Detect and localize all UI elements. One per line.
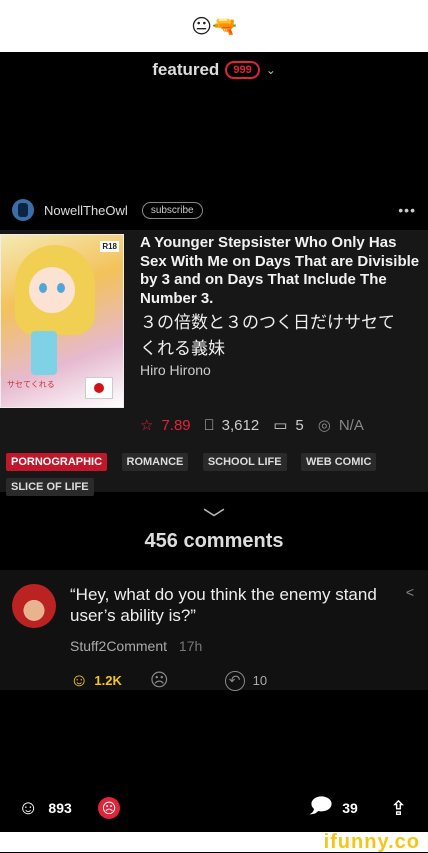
manga-stats: ☆ 7.89 ⎕ 3,612 ▭ 5 ◎ N/A [140,416,364,435]
top-bar: 😐🔫 [0,0,428,52]
unsmile-button[interactable]: ☹ [98,797,120,819]
tag: WEB COMIC [301,453,377,471]
comment-count: 5 [295,416,304,434]
smile-button[interactable]: ☺ 893 [18,797,72,820]
manga-title: A Younger Stepsister Who Only Has Sex Wi… [140,234,420,307]
commenter-name[interactable]: Stuff2Comment [70,638,167,654]
comments-count[interactable]: 456 comments [0,530,428,553]
share-upload-icon: ⇪ [390,797,407,820]
manga-author: Hiro Hirono [140,362,211,378]
japan-flag-icon [85,377,113,399]
bookmark-icon: ⎕ [204,416,214,434]
manga-cover: R18 サセてくれる [0,234,124,408]
feed-selector[interactable]: featured 999 ⌄ [0,60,428,80]
tag: SCHOOL LIFE [202,453,287,471]
share-icon[interactable]: < [406,584,414,600]
comment-actions: ☺ 1.2K ☹ ↶ 10 [70,670,267,691]
eye-icon: ◎ [317,417,331,434]
subscribe-button[interactable]: subscribe [141,201,203,219]
comment-time: 17h [178,638,203,654]
top-comment: “Hey, what do you think the enemy stand … [0,570,428,691]
chevron-down-icon: ⌄ [265,63,276,77]
comment-icon: ▭ [273,417,288,434]
smile-count: 1.2K [94,673,122,688]
japanese-title-line-2: くれる義妹 [140,339,225,358]
post-image[interactable]: R18 サセてくれる A Younger Stepsister Who Only… [0,230,428,496]
star-icon: ☆ [140,417,154,434]
comment-meta: Stuff2Comment 17h [70,638,202,654]
title-emojis: 😐🔫 [191,14,237,38]
share-button[interactable]: ⇪ [390,796,417,821]
tag: ROMANCE [121,453,189,471]
cover-caption: サセてくれる [7,380,55,389]
reply-count: 10 [252,673,268,688]
smile-count: 893 [48,800,72,816]
user-avatar[interactable] [12,199,34,221]
comments-count-bottom: 39 [342,800,358,816]
smile-icon[interactable]: ☺ [70,670,88,691]
view-count: N/A [338,416,364,434]
manga-info: A Younger Stepsister Who Only Has Sex Wi… [140,234,426,378]
reply-icon[interactable]: ↶ [224,670,245,691]
unsmile-icon[interactable]: ☹ [150,670,169,691]
japanese-title-line-1: ３の倍数と３のつく日だけサセて [140,313,395,332]
commenter-avatar[interactable] [12,584,56,628]
comment-bubble-icon: 🗩 [310,795,333,817]
smile-icon: ☺ [18,796,39,819]
rating-value: 7.89 [161,416,191,434]
brand-logo: ifunny.co [323,831,420,853]
tag-list: PORNOGRAPHIC ROMANCE SCHOOL LIFE WEB COM… [6,452,426,502]
post-header: NowellTheOwl subscribe ••• [12,198,416,222]
feed-title: featured [152,60,220,79]
unsmile-icon: ☹ [98,797,120,819]
footer-watermark: ifunny.co [0,832,428,852]
comment-text: “Hey, what do you think the enemy stand … [70,585,377,625]
bookmark-count: 3,612 [221,416,260,434]
notification-badge: 999 [225,61,260,79]
username[interactable]: NowellTheOwl [44,203,128,218]
bottom-action-bar: ☺ 893 ☹ 🗩 39 ⇪ [0,790,428,826]
more-options-icon[interactable]: ••• [398,202,416,218]
tag: PORNOGRAPHIC [6,453,108,471]
tag: SLICE OF LIFE [6,478,94,496]
comments-button[interactable]: 🗩 39 [310,791,358,825]
r18-badge: R18 [100,241,119,252]
